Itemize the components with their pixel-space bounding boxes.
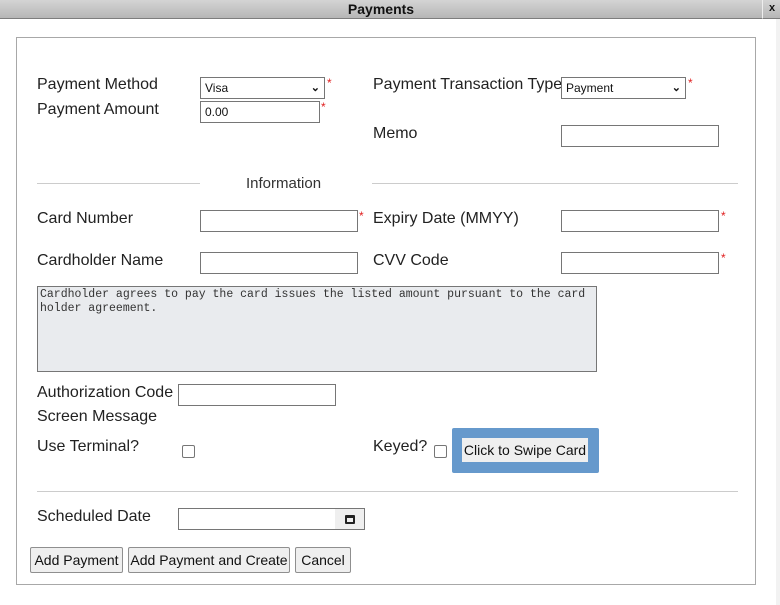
section-divider-right xyxy=(372,183,738,184)
chevron-down-icon: ⌄ xyxy=(310,82,320,94)
keyed-label: Keyed? xyxy=(373,438,428,455)
required-indicator: * xyxy=(321,100,326,114)
date-picker-button[interactable] xyxy=(335,508,365,530)
required-indicator: * xyxy=(688,76,693,90)
cancel-button[interactable]: Cancel xyxy=(295,547,351,573)
swipe-card-highlight: Click to Swipe Card xyxy=(452,428,599,473)
dialog-title: Payments xyxy=(347,1,415,17)
close-button[interactable]: x xyxy=(762,0,780,19)
required-indicator: * xyxy=(721,251,726,265)
card-number-input[interactable] xyxy=(200,210,358,232)
authorization-code-label: Authorization Code xyxy=(37,384,174,401)
payment-amount-label: Payment Amount xyxy=(37,101,159,118)
scheduled-date-label: Scheduled Date xyxy=(37,508,151,525)
payment-amount-input[interactable] xyxy=(200,101,320,123)
scrollbar[interactable] xyxy=(776,19,780,605)
transaction-type-select[interactable]: Payment ⌄ xyxy=(561,77,686,99)
use-terminal-checkbox[interactable] xyxy=(182,445,195,458)
required-indicator: * xyxy=(359,209,364,223)
required-indicator: * xyxy=(327,76,332,90)
add-payment-button[interactable]: Add Payment xyxy=(30,547,123,573)
transaction-type-label: Payment Transaction Type xyxy=(373,76,563,93)
required-indicator: * xyxy=(721,209,726,223)
expiry-date-input[interactable] xyxy=(561,210,719,232)
cvv-code-input[interactable] xyxy=(561,252,719,274)
cvv-code-label: CVV Code xyxy=(373,252,449,269)
form-divider xyxy=(37,491,738,492)
payment-method-label: Payment Method xyxy=(37,76,158,93)
calendar-icon xyxy=(345,515,355,524)
information-section-title: Information xyxy=(246,175,322,192)
cardholder-name-input[interactable] xyxy=(200,252,358,274)
cardholder-agreement-textarea[interactable]: Cardholder agrees to pay the card issues… xyxy=(37,286,597,372)
section-divider-left xyxy=(37,183,200,184)
swipe-card-button[interactable]: Click to Swipe Card xyxy=(462,438,588,462)
payment-method-value: Visa xyxy=(205,81,229,95)
expiry-date-label: Expiry Date (MMYY) xyxy=(373,210,519,227)
add-payment-and-create-button[interactable]: Add Payment and Create xyxy=(128,547,290,573)
transaction-type-value: Payment xyxy=(566,81,614,95)
keyed-checkbox[interactable] xyxy=(434,445,447,458)
memo-input[interactable] xyxy=(561,125,719,147)
card-number-label: Card Number xyxy=(37,210,134,227)
scheduled-date-input[interactable] xyxy=(178,508,336,530)
use-terminal-label: Use Terminal? xyxy=(37,438,139,455)
dialog-title-bar[interactable]: Payments xyxy=(0,0,762,19)
authorization-code-input[interactable] xyxy=(178,384,336,406)
cardholder-name-label: Cardholder Name xyxy=(37,252,164,269)
chevron-down-icon: ⌄ xyxy=(671,82,681,94)
close-icon: x xyxy=(768,2,776,14)
memo-label: Memo xyxy=(373,125,418,142)
payment-method-select[interactable]: Visa ⌄ xyxy=(200,77,325,99)
screen-message-label: Screen Message xyxy=(37,408,158,425)
